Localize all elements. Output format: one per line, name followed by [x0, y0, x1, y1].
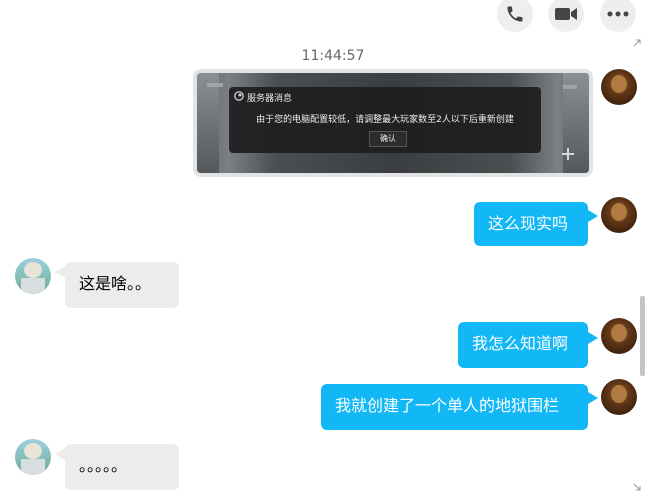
dialog-confirm-button: 确认: [369, 131, 407, 147]
expand-arrow-icon[interactable]: [632, 38, 642, 48]
self-message-bubble[interactable]: 我怎么知道啊: [458, 322, 588, 368]
self-avatar[interactable]: [601, 379, 637, 415]
image-message[interactable]: 服务器消息 由于您的电脑配置较低，请调整最大玩家数至2人以下后重新创建 确认: [193, 69, 593, 177]
voice-call-button[interactable]: [497, 0, 533, 32]
friend-message-bubble[interactable]: 。。。。。: [65, 444, 179, 490]
message-timestamp: 11:44:57: [301, 48, 365, 64]
bubble-tail: [55, 266, 65, 278]
server-message-dialog: 服务器消息 由于您的电脑配置较低，请调整最大玩家数至2人以下后重新创建 确认: [229, 87, 541, 153]
self-message-bubble[interactable]: 这么现实吗: [474, 202, 588, 246]
friend-avatar[interactable]: [15, 258, 51, 294]
plus-icon: [562, 148, 574, 160]
friend-avatar[interactable]: [15, 439, 51, 475]
bubble-tail: [588, 332, 598, 344]
self-avatar[interactable]: [601, 197, 637, 233]
more-icon: [607, 11, 629, 17]
phone-icon: [507, 6, 523, 22]
scrollbar-thumb[interactable]: [640, 296, 645, 376]
self-avatar[interactable]: [601, 318, 637, 354]
friend-message-bubble[interactable]: 这是啥。。: [65, 262, 179, 308]
self-message-bubble[interactable]: 我就创建了一个单人的地狱围栏: [321, 384, 588, 430]
more-options-button[interactable]: [600, 0, 636, 32]
resize-arrow-icon[interactable]: [632, 482, 642, 492]
bubble-tail: [55, 448, 65, 460]
video-call-button[interactable]: [548, 0, 584, 32]
self-avatar[interactable]: [601, 69, 637, 105]
steam-icon: [234, 91, 244, 101]
bubble-tail: [588, 392, 598, 404]
video-camera-icon: [555, 8, 577, 20]
bubble-tail: [588, 210, 598, 222]
dialog-title: 服务器消息: [247, 94, 293, 104]
dialog-text: 由于您的电脑配置较低，请调整最大玩家数至2人以下后重新创建: [256, 115, 514, 125]
